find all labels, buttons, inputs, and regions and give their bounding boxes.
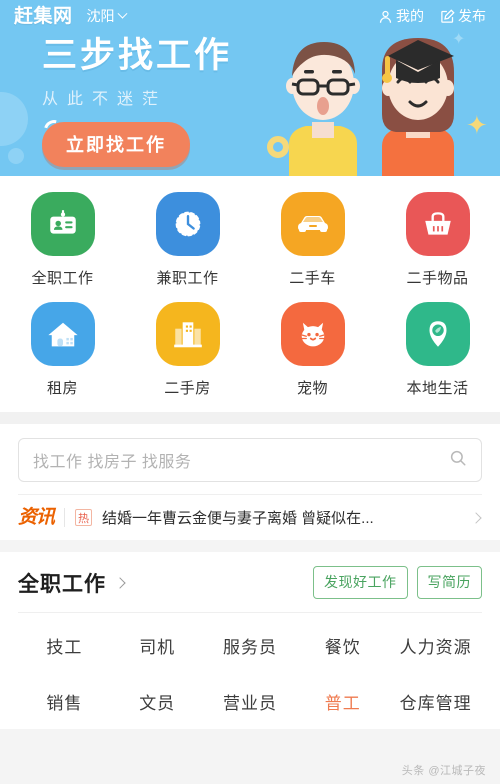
section-header: 全职工作 发现好工作 写简历	[18, 566, 482, 612]
chevron-right-icon[interactable]	[114, 576, 126, 589]
location-pin-icon	[429, 321, 446, 347]
id-badge-icon	[49, 210, 76, 234]
chevron-right-icon[interactable]	[470, 511, 482, 524]
house-icon	[47, 322, 78, 347]
job-tag[interactable]: 人力资源	[389, 617, 482, 673]
category-item-used-goods[interactable]: 二手物品	[375, 192, 500, 288]
category-icon-tile	[280, 192, 345, 256]
job-tag[interactable]: 营业员	[204, 673, 297, 729]
city-selector[interactable]: 沈阳	[86, 6, 127, 26]
news-logo: 资讯	[18, 508, 66, 527]
job-tag[interactable]: 销售	[18, 673, 111, 729]
hero-banner: ✦ ✦ 赶集网 沈阳 我的 发布 三步找工作 从此不迷茫 立即找工作	[0, 0, 500, 176]
top-actions: 我的 发布	[378, 6, 486, 26]
category-icon-tile	[30, 192, 95, 256]
decor-bubble	[0, 92, 28, 146]
job-tag[interactable]: 文员	[111, 673, 204, 729]
search-icon[interactable]	[449, 449, 467, 472]
building-icon	[173, 322, 202, 348]
car-icon	[297, 216, 328, 232]
job-tag-rows: 技工 司机 服务员 餐饮 人力资源 销售 文员 营业员 普工 仓库管理	[18, 612, 482, 729]
category-label: 租房	[46, 380, 78, 397]
banner-copy: 三步找工作 从此不迷茫	[42, 36, 233, 109]
search-section: 找工作 找房子 找服务	[0, 424, 500, 494]
category-item-used-car[interactable]: 二手车	[250, 192, 375, 288]
publish-button[interactable]: 发布	[440, 6, 486, 26]
section-title[interactable]: 全职工作	[18, 568, 106, 598]
basket-icon	[424, 212, 451, 235]
person-icon	[379, 10, 392, 23]
decor-bubble	[8, 148, 24, 164]
news-headline[interactable]: 结婚一年曹云金便与妻子离婚 曾疑似在...	[102, 507, 462, 528]
news-bar[interactable]: 资讯 热 结婚一年曹云金便与妻子离婚 曾疑似在...	[18, 494, 482, 540]
my-account-button[interactable]: 我的	[378, 6, 424, 26]
job-tag-row: 销售 文员 营业员 普工 仓库管理	[18, 673, 482, 729]
category-label: 兼职工作	[156, 270, 219, 287]
job-tag-highlighted[interactable]: 普工	[296, 673, 389, 729]
my-account-label: 我的	[396, 8, 424, 24]
category-label: 本地生活	[406, 380, 469, 397]
category-label: 二手物品	[406, 270, 469, 287]
section-divider	[0, 412, 500, 424]
top-navigation-bar: 赶集网 沈阳 我的 发布	[0, 0, 500, 32]
cat-icon	[301, 322, 324, 347]
category-icon-tile	[30, 302, 95, 366]
chevron-down-icon	[117, 8, 127, 19]
hot-badge: 热	[75, 509, 93, 526]
job-tag[interactable]: 仓库管理	[389, 673, 482, 729]
edit-square-icon	[441, 8, 455, 23]
app-screen: ✦ ✦ 赶集网 沈阳 我的 发布 三步找工作 从此不迷茫 立即找工作 全职工作 …	[0, 0, 500, 784]
category-icon-tile	[155, 302, 220, 366]
category-icon-tile	[155, 192, 220, 256]
clock-icon	[174, 210, 201, 238]
fulltime-job-section: 全职工作 发现好工作 写简历 技工 司机 服务员 餐饮 人力资源 销售 文员 营…	[0, 552, 500, 729]
job-tag[interactable]: 技工	[18, 617, 111, 673]
category-label: 二手车	[289, 270, 336, 287]
category-icon-tile	[405, 302, 470, 366]
watermark: 头条 @江城子夜	[401, 765, 486, 777]
job-tag[interactable]: 服务员	[204, 617, 297, 673]
category-icon-tile	[280, 302, 345, 366]
job-tag-row: 技工 司机 服务员 餐饮 人力资源	[18, 617, 482, 673]
app-logo[interactable]: 赶集网	[14, 7, 73, 26]
category-grid: 全职工作 兼职工作 二手车 二手物品 租房 二手房 宠物 本地生活	[0, 192, 500, 398]
category-label: 二手房	[164, 380, 211, 397]
category-item-rent-house[interactable]: 租房	[0, 302, 125, 398]
category-item-fulltime-job[interactable]: 全职工作	[0, 192, 125, 288]
category-grid-card: 全职工作 兼职工作 二手车 二手物品 租房 二手房 宠物 本地生活	[0, 176, 500, 412]
category-item-secondhand-house[interactable]: 二手房	[125, 302, 250, 398]
news-section: 资讯 热 结婚一年曹云金便与妻子离婚 曾疑似在...	[0, 494, 500, 540]
write-resume-button[interactable]: 写简历	[416, 566, 482, 599]
search-input[interactable]: 找工作 找房子 找服务	[33, 448, 191, 472]
publish-label: 发布	[458, 8, 486, 24]
banner-subtitle: 从此不迷茫	[42, 90, 168, 108]
category-label: 宠物	[296, 380, 328, 397]
search-bar[interactable]: 找工作 找房子 找服务	[18, 438, 482, 482]
category-item-parttime-job[interactable]: 兼职工作	[125, 192, 250, 288]
category-label: 全职工作	[31, 270, 94, 287]
discover-jobs-button[interactable]: 发现好工作	[313, 566, 408, 599]
category-icon-tile	[405, 192, 470, 256]
illustration-job-seekers	[286, 38, 454, 176]
job-tag[interactable]: 司机	[111, 617, 204, 673]
category-item-pets[interactable]: 宠物	[250, 302, 375, 398]
job-tag[interactable]: 餐饮	[296, 617, 389, 673]
section-actions: 发现好工作 写简历	[313, 566, 482, 599]
city-label: 沈阳	[86, 8, 115, 24]
category-item-local-life[interactable]: 本地生活	[375, 302, 500, 398]
banner-title: 三步找工作	[42, 36, 233, 75]
